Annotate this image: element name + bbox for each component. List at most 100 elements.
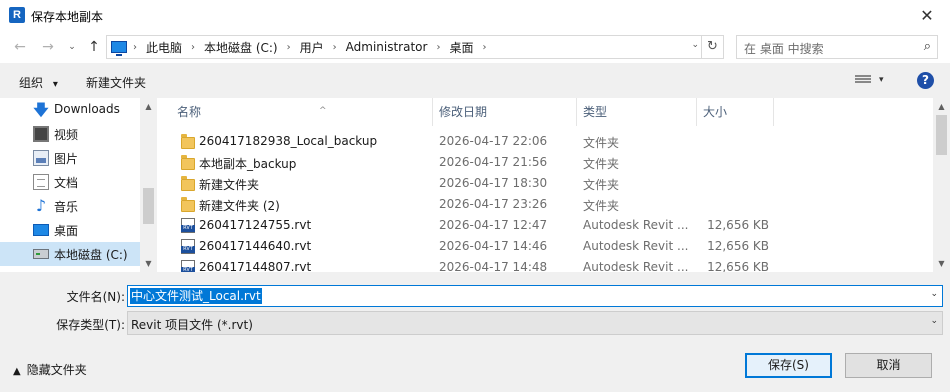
sidebar-item-desktop[interactable]: 桌面 <box>0 218 140 242</box>
view-options-icon[interactable] <box>855 74 871 86</box>
hide-folders-label: 隐藏文件夹 <box>26 363 87 377</box>
organize-menu[interactable]: 组织 ▾ <box>19 74 58 91</box>
sidebar-item-videos[interactable]: 视频 <box>0 122 140 146</box>
forward-arrow-icon[interactable]: → <box>38 37 58 57</box>
download-icon: 🡇 <box>33 101 49 119</box>
folder-icon <box>181 197 195 212</box>
sidebar-item-documents[interactable]: 文档 <box>0 170 140 194</box>
file-date: 2026-04-17 21:56 <box>439 155 548 169</box>
filename-label: 文件名(N): <box>66 290 125 304</box>
chevron-right-icon[interactable]: › <box>333 42 337 53</box>
column-name-label: 名称 <box>177 105 202 119</box>
table-row[interactable]: 260417144640.rvt 2026-04-17 14:46 Autode… <box>157 236 933 257</box>
this-pc-icon <box>111 41 127 56</box>
recent-locations-icon[interactable]: ⌄ <box>62 37 82 57</box>
sidebar-item-downloads[interactable]: 🡇 Downloads <box>0 98 140 122</box>
save-button[interactable]: 保存(S) <box>745 353 832 378</box>
sidebar-item-music[interactable]: ♪ 音乐 <box>0 194 140 218</box>
column-header-size[interactable]: 大小 <box>703 98 727 126</box>
search-icon[interactable]: ⌕ <box>924 39 931 54</box>
filetype-label: 保存类型(T): <box>56 318 125 332</box>
chevron-down-icon[interactable]: ⌄ <box>930 316 938 326</box>
search-input[interactable]: 在 桌面 中搜索 ⌕ <box>736 35 938 59</box>
file-name: 本地副本_backup <box>199 157 297 171</box>
file-size: 12,656 KB <box>707 260 769 272</box>
column-divider[interactable] <box>576 98 577 126</box>
navigation-bar: ← → ⌄ ↑ › 此电脑 › 本地磁盘 (C:) › 用户 › Adminis… <box>0 31 950 63</box>
chevron-right-icon[interactable]: › <box>482 42 486 53</box>
column-header-type[interactable]: 类型 <box>583 98 607 126</box>
chevron-right-icon[interactable]: › <box>191 42 195 53</box>
close-icon[interactable]: ✕ <box>904 0 950 31</box>
sidebar-item-label: 音乐 <box>54 200 79 214</box>
new-folder-button[interactable]: 新建文件夹 <box>86 74 146 91</box>
chevron-right-icon[interactable]: › <box>287 42 291 53</box>
breadcrumb-users[interactable]: 用户 <box>300 39 324 56</box>
sidebar-item-label: 本地磁盘 (C:) <box>54 248 128 262</box>
file-list-scroll-thumb[interactable] <box>936 115 947 155</box>
sidebar-item-label: Downloads <box>54 102 120 116</box>
sidebar-scrollbar[interactable]: ▲ ▼ <box>140 98 157 272</box>
table-row[interactable]: 260417124755.rvt 2026-04-17 12:47 Autode… <box>157 215 933 236</box>
file-list: 名称 ^ 修改日期 类型 大小 260417182938_Local_backu… <box>157 98 933 272</box>
breadcrumb-this-pc[interactable]: 此电脑 <box>146 39 182 56</box>
window-title: 保存本地副本 <box>31 10 104 24</box>
file-type: 文件夹 <box>583 136 620 150</box>
breadcrumb-desktop[interactable]: 桌面 <box>449 39 473 56</box>
column-header-date[interactable]: 修改日期 <box>439 98 487 126</box>
file-list-scrollbar[interactable]: ▲ ▼ <box>933 98 950 272</box>
chevron-right-icon[interactable]: › <box>436 42 440 53</box>
file-size: 12,656 KB <box>707 239 769 253</box>
cancel-button[interactable]: 取消 <box>845 353 932 378</box>
sidebar-item-label: 视频 <box>54 128 79 142</box>
caret-down-icon[interactable]: ▾ <box>879 75 884 85</box>
filename-field[interactable]: 中心文件测试_Local.rvt ⌄ <box>127 285 943 307</box>
table-row[interactable]: 260417182938_Local_backup 2026-04-17 22:… <box>157 131 933 152</box>
file-size: 12,656 KB <box>707 218 769 232</box>
table-row[interactable]: 260417144807.rvt 2026-04-17 14:48 Autode… <box>157 257 933 272</box>
sidebar-item-pictures[interactable]: 图片 <box>0 146 140 170</box>
file-type: 文件夹 <box>583 157 620 171</box>
breadcrumb-local-disk[interactable]: 本地磁盘 (C:) <box>204 39 278 56</box>
chevron-down-icon[interactable]: ⌄ <box>930 289 938 299</box>
help-icon[interactable]: ? <box>917 72 934 89</box>
column-header-name[interactable]: 名称 ^ <box>177 98 432 126</box>
filetype-select[interactable]: Revit 项目文件 (*.rvt) ⌄ <box>127 311 943 335</box>
column-divider[interactable] <box>773 98 774 126</box>
file-type: 文件夹 <box>583 178 620 192</box>
save-form: 文件名(N): 中心文件测试_Local.rvt ⌄ 保存类型(T): Revi… <box>0 272 950 392</box>
hide-folders-toggle[interactable]: ▲ 隐藏文件夹 <box>13 361 87 378</box>
drive-icon <box>33 249 49 259</box>
file-date: 2026-04-17 23:26 <box>439 197 548 211</box>
refresh-icon[interactable]: ↻ <box>701 36 723 58</box>
table-row[interactable]: 新建文件夹 2026-04-17 18:30 文件夹 <box>157 173 933 194</box>
video-icon <box>33 126 49 142</box>
table-row[interactable]: 新建文件夹 (2) 2026-04-17 23:26 文件夹 <box>157 194 933 215</box>
music-icon: ♪ <box>35 196 47 215</box>
sidebar-item-label: 图片 <box>54 152 79 166</box>
caret-up-icon: ▲ <box>13 366 21 377</box>
column-divider[interactable] <box>432 98 433 126</box>
column-divider[interactable] <box>696 98 697 126</box>
rvt-file-icon <box>181 239 195 254</box>
scroll-down-icon[interactable]: ▼ <box>140 255 157 272</box>
back-arrow-icon[interactable]: ← <box>10 37 30 57</box>
chevron-down-icon[interactable]: ⌄ <box>691 40 699 50</box>
file-name: 260417144807.rvt <box>199 260 312 272</box>
breadcrumb-administrator[interactable]: Administrator <box>346 40 428 54</box>
sidebar-item-local-disk[interactable]: 本地磁盘 (C:) <box>0 242 140 266</box>
command-toolbar: 组织 ▾ 新建文件夹 ▾ ? <box>0 63 950 98</box>
scroll-up-icon[interactable]: ▲ <box>933 98 950 115</box>
table-row[interactable]: 本地副本_backup 2026-04-17 21:56 文件夹 <box>157 152 933 173</box>
scroll-up-icon[interactable]: ▲ <box>140 98 157 115</box>
file-name: 新建文件夹 <box>199 178 260 192</box>
sidebar-scroll-thumb[interactable] <box>143 188 154 224</box>
scroll-down-icon[interactable]: ▼ <box>933 255 950 272</box>
pictures-icon <box>33 150 49 166</box>
file-date: 2026-04-17 14:46 <box>439 239 548 253</box>
up-arrow-icon[interactable]: ↑ <box>84 37 104 57</box>
rvt-file-icon <box>181 218 195 233</box>
main-area: 🡇 Downloads 视频 图片 文档 ♪ 音乐 桌面 本地磁盘 (C:) ▲ <box>0 98 950 272</box>
address-bar[interactable]: › 此电脑 › 本地磁盘 (C:) › 用户 › Administrator ›… <box>106 35 724 59</box>
filename-value[interactable]: 中心文件测试_Local.rvt <box>130 288 262 304</box>
